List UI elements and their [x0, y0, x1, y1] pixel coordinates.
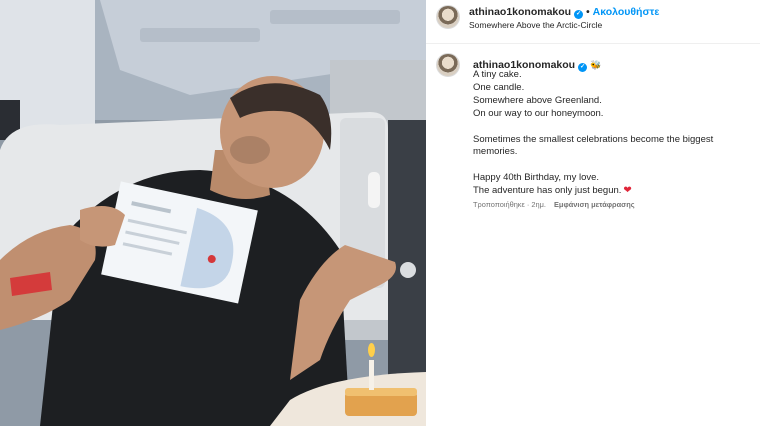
- caption-line: The adventure has only just begun. ❤: [473, 185, 753, 198]
- caption-line: A tiny cake.: [473, 69, 522, 80]
- heart-emoji-icon: ❤: [623, 185, 632, 197]
- caption-paragraph-2: Sometimes the smallest celebrations beco…: [473, 133, 714, 158]
- caption-line-text: The adventure has only just begun.: [473, 185, 622, 197]
- caption-paragraph-1: A tiny cake. One candle. Somewhere above…: [473, 69, 753, 121]
- edited-label: Τροποποιήθηκε: [473, 200, 525, 209]
- separator-dot: •: [586, 7, 590, 18]
- username-link[interactable]: athinao1konomakou: [469, 6, 571, 18]
- see-translation-button[interactable]: Εμφάνιση μετάφρασης: [554, 200, 635, 209]
- location-link[interactable]: Somewhere Above the Arctic-Circle: [469, 20, 602, 30]
- follow-button[interactable]: Ακολουθήστε: [593, 6, 660, 18]
- caption-text: A tiny cake. One candle. Somewhere above…: [473, 69, 753, 198]
- post-side-panel: athinao1konomakou ✓ • Ακολουθήστε Somewhere…: [426, 0, 760, 426]
- time-ago[interactable]: 2ημ.: [531, 200, 546, 209]
- caption-line: One candle.: [473, 81, 525, 93]
- post-header: athinao1konomakou ✓ • Ακολουθήστε Somewhere…: [426, 0, 760, 44]
- verified-badge-icon: ✓: [574, 10, 584, 19]
- photo-illustration: [0, 0, 426, 426]
- caption-line: Happy 40th Birthday, my love.: [473, 172, 600, 184]
- caption-paragraph-3: Happy 40th Birthday, my love. The advent…: [473, 172, 753, 198]
- avatar[interactable]: [436, 5, 460, 29]
- caption-meta: Τροποποιήθηκε · 2ημ. Εμφάνιση μετάφρασης: [473, 200, 635, 209]
- caption-line: On our way to our honeymoon.: [473, 107, 604, 119]
- meta-separator: ·: [526, 200, 530, 209]
- post-photo[interactable]: [0, 0, 426, 426]
- caption-line: Somewhere above Greenland.: [473, 94, 602, 106]
- post-header-user: athinao1konomakou ✓ • Ακολουθήστε: [469, 6, 659, 19]
- avatar[interactable]: [436, 53, 460, 77]
